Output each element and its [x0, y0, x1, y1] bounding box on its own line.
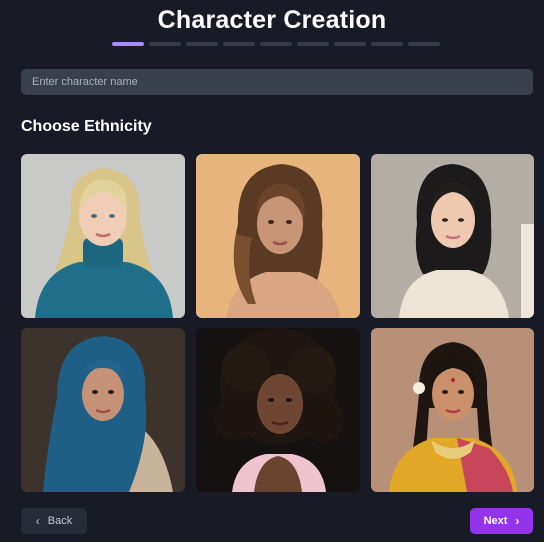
portrait-east-asian-woman-icon: [371, 154, 534, 318]
chevron-right-icon: ›: [515, 514, 520, 528]
character-name-input[interactable]: [21, 69, 533, 95]
progress-step-6: [297, 42, 329, 46]
progress-step-5: [260, 42, 292, 46]
ethnicity-option-4[interactable]: [21, 328, 185, 492]
page-title: Character Creation: [157, 6, 387, 34]
ethnicity-option-5[interactable]: [196, 328, 360, 492]
ethnicity-grid: [21, 154, 534, 492]
step-progress: [112, 42, 440, 46]
progress-step-3: [186, 42, 218, 46]
ethnicity-option-2[interactable]: [196, 154, 360, 318]
portrait-blonde-woman-icon: [21, 154, 185, 318]
next-button-label: Next: [483, 515, 508, 527]
ethnicity-option-3[interactable]: [371, 154, 534, 318]
chevron-left-icon: ‹: [35, 514, 40, 528]
back-button[interactable]: ‹ Back: [21, 508, 87, 534]
ethnicity-option-6[interactable]: [371, 328, 534, 492]
ethnicity-option-1[interactable]: [21, 154, 185, 318]
portrait-woman-traditional-saree-icon: [371, 328, 534, 492]
progress-step-7: [334, 42, 366, 46]
next-button[interactable]: Next ›: [470, 508, 533, 534]
section-title: Choose Ethnicity: [21, 118, 152, 135]
back-button-label: Back: [47, 515, 73, 527]
portrait-brunette-woman-icon: [196, 154, 360, 318]
progress-step-8: [371, 42, 403, 46]
portrait-woman-curly-hair-icon: [196, 328, 360, 492]
character-creation-page: Character Creation Choose Ethnicity: [0, 0, 544, 542]
portrait-woman-blue-hijab-icon: [21, 328, 185, 492]
progress-step-9: [408, 42, 440, 46]
progress-step-2: [149, 42, 181, 46]
progress-step-4: [223, 42, 255, 46]
progress-step-1: [112, 42, 144, 46]
